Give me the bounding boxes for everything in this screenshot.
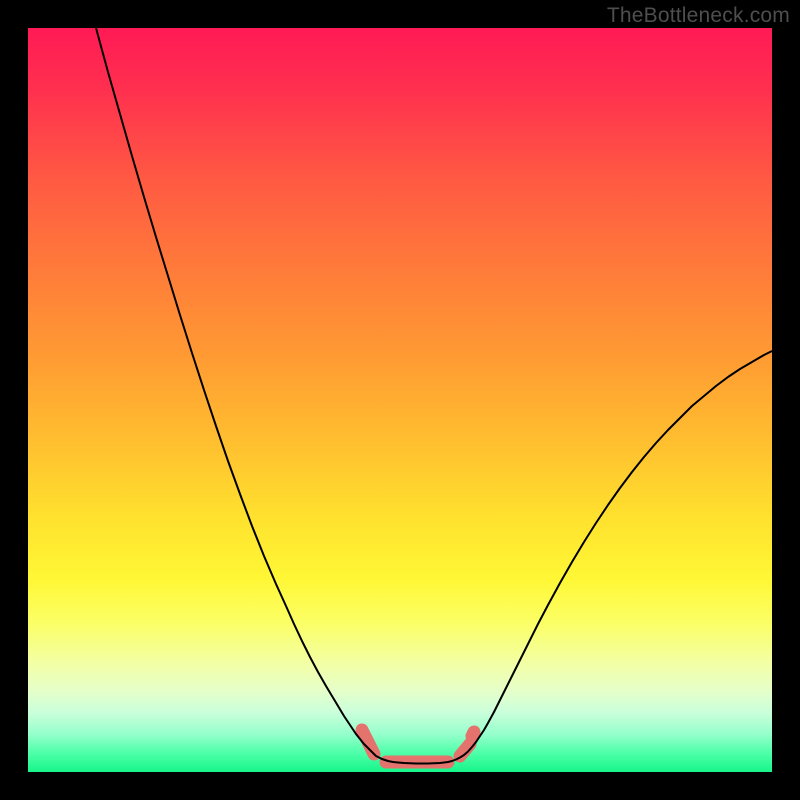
- app-frame: TheBottleneck.com: [0, 0, 800, 800]
- watermark-text: TheBottleneck.com: [607, 4, 790, 28]
- marker-dash-4: [472, 732, 474, 736]
- marker-dash-1: [362, 730, 374, 754]
- chart-svg: [28, 28, 772, 772]
- bottleneck-curve: [96, 28, 772, 764]
- plot-area: [28, 28, 772, 772]
